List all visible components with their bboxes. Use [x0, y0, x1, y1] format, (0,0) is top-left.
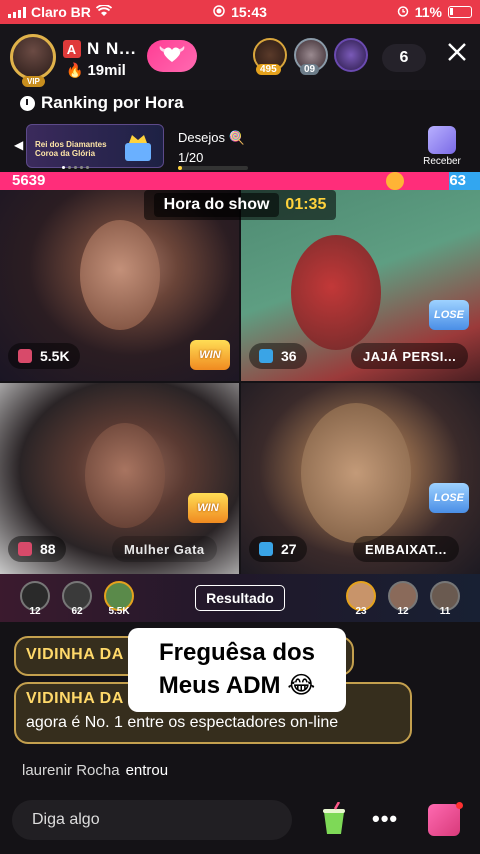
wish-count: 1/20 — [178, 150, 204, 165]
streamer-video — [291, 235, 381, 350]
show-label: Hora do show — [153, 193, 280, 217]
tile-2-name: JAJÁ PERSI... — [351, 343, 469, 369]
tile-3-result-badge: WIN — [188, 493, 228, 523]
top-viewer-badge-2: 09 — [300, 64, 320, 75]
receber-label: Receber — [423, 156, 461, 167]
host-avatar[interactable] — [10, 34, 56, 80]
join-action: entrou — [125, 762, 169, 779]
pk-right-score: 63 — [449, 172, 480, 190]
left-contributor-1-score: 12 — [29, 606, 41, 617]
right-contributor-3-score: 11 — [439, 606, 451, 617]
caption-line-2: Meus ADM 😂 — [158, 672, 316, 699]
tile-3-name: Mulher Gata — [112, 536, 217, 562]
hourly-ranking[interactable]: Ranking por Hora — [20, 93, 184, 113]
left-contributor-2-score: 62 — [71, 606, 83, 617]
contributor-strip: 12 62 5.5K Resultado 23 12 11 — [0, 574, 480, 622]
notification-dot — [456, 802, 463, 809]
right-contributor-1-score: 23 — [355, 606, 367, 617]
tile-1-score: 5.5K — [8, 343, 80, 369]
tile-2-result-badge: LOSE — [429, 300, 469, 330]
top-viewer-badge-1: 495 — [256, 64, 281, 75]
follow-button[interactable] — [147, 40, 197, 72]
tile-1-result-badge: WIN — [190, 340, 230, 370]
event-line-1: Rei dos Diamantes — [35, 140, 107, 149]
caption-line-1: Freguêsa dos — [158, 639, 316, 666]
show-timer: Hora do show 01:35 — [0, 190, 480, 220]
host-likes-value: 19mil — [87, 62, 126, 79]
host-letter-badge: A — [63, 40, 81, 58]
record-icon — [213, 4, 225, 20]
join-notice: laurenir Rocha entrou — [22, 762, 168, 779]
viewer-count[interactable]: 6 — [382, 44, 426, 72]
gift-icon — [259, 542, 273, 556]
gift-cup-icon — [428, 126, 456, 154]
receber-button[interactable]: Receber — [418, 126, 466, 167]
result-button[interactable]: Resultado — [195, 585, 285, 611]
video-tile-4[interactable]: 27 EMBAIXAT... LOSE — [241, 383, 480, 574]
streamer-video — [301, 403, 411, 543]
join-user[interactable]: laurenir Rocha — [22, 762, 120, 779]
gift-icon — [259, 349, 273, 363]
event-line-2: Coroa da Glória — [35, 149, 96, 158]
gift-box-icon[interactable] — [428, 804, 460, 836]
wish-label: Desejos 🍭 — [178, 130, 245, 145]
host-likes: 🔥 19mil — [66, 62, 126, 79]
tile-2-score: 36 — [249, 343, 307, 369]
tile-4-result-badge: LOSE — [429, 483, 469, 513]
battery-group: 11% — [397, 4, 472, 20]
crown-box-icon — [121, 131, 155, 168]
streamer-video — [85, 423, 165, 528]
chat-text: agora é No. 1 entre os espectadores on-l… — [26, 714, 339, 731]
wish-progress-fill — [178, 166, 182, 170]
top-viewer-avatar-3[interactable] — [334, 38, 368, 72]
host-name-text: N N... — [87, 39, 137, 58]
clock-icon — [20, 95, 35, 111]
battery-icon — [448, 6, 472, 18]
tile-4-score: 27 — [249, 536, 307, 562]
wish-progress-bar — [178, 166, 248, 170]
banner-row: ◀ Rei dos Diamantes Coroa da Glória Dese… — [0, 120, 480, 172]
close-button[interactable] — [442, 38, 472, 68]
drink-icon[interactable] — [320, 801, 348, 836]
wish-progress[interactable]: Desejos 🍭 1/20 — [178, 130, 245, 165]
vip-badge: VIP — [22, 76, 45, 87]
banner-pager — [62, 166, 89, 169]
heart-wings-icon — [158, 44, 186, 69]
status-time: 15:43 — [231, 4, 267, 20]
pk-left-score: 5639 — [0, 172, 450, 190]
event-banner[interactable]: Rei dos Diamantes Coroa da Glória — [26, 124, 164, 168]
video-grid: Hora do show 01:35 5.5K WIN 36 JAJÁ PERSI… — [0, 190, 480, 574]
wish-icon: 🍭 — [228, 130, 245, 145]
gift-icon — [18, 542, 32, 556]
chevron-left-icon[interactable]: ◀ — [14, 138, 23, 152]
pk-emoji-icon — [386, 172, 404, 190]
more-icon[interactable]: ••• — [372, 806, 398, 832]
tile-3-score: 88 — [8, 536, 66, 562]
battery-percent: 11% — [414, 4, 442, 20]
chat-sender: VIDINHA DA — [26, 646, 124, 663]
host-name[interactable]: A N N... — [63, 39, 136, 59]
alarm-icon — [397, 4, 409, 20]
video-tile-3[interactable]: 88 Mulher Gata WIN — [0, 383, 239, 574]
flame-icon: 🔥 — [66, 62, 84, 78]
left-contributor-3-score: 5.5K — [108, 606, 130, 617]
chat-input[interactable]: Diga algo — [12, 800, 292, 840]
right-contributor-2-score: 12 — [397, 606, 409, 617]
status-bar: Claro BR 15:43 11% — [0, 0, 480, 24]
streamer-video — [80, 220, 160, 330]
live-header: VIP A N N... 🔥 19mil 495 09 6 — [0, 24, 480, 90]
close-icon — [447, 37, 467, 69]
pk-score-bar: 5639 63 — [0, 172, 480, 190]
show-time: 01:35 — [285, 196, 327, 213]
gift-icon — [18, 349, 32, 363]
ranking-label: Ranking por Hora — [41, 93, 184, 112]
event-banner-text: Rei dos Diamantes Coroa da Glória — [35, 140, 107, 158]
overlay-caption: Freguêsa dos Meus ADM 😂 — [128, 628, 346, 712]
tile-4-name: EMBAIXAT... — [353, 536, 459, 562]
